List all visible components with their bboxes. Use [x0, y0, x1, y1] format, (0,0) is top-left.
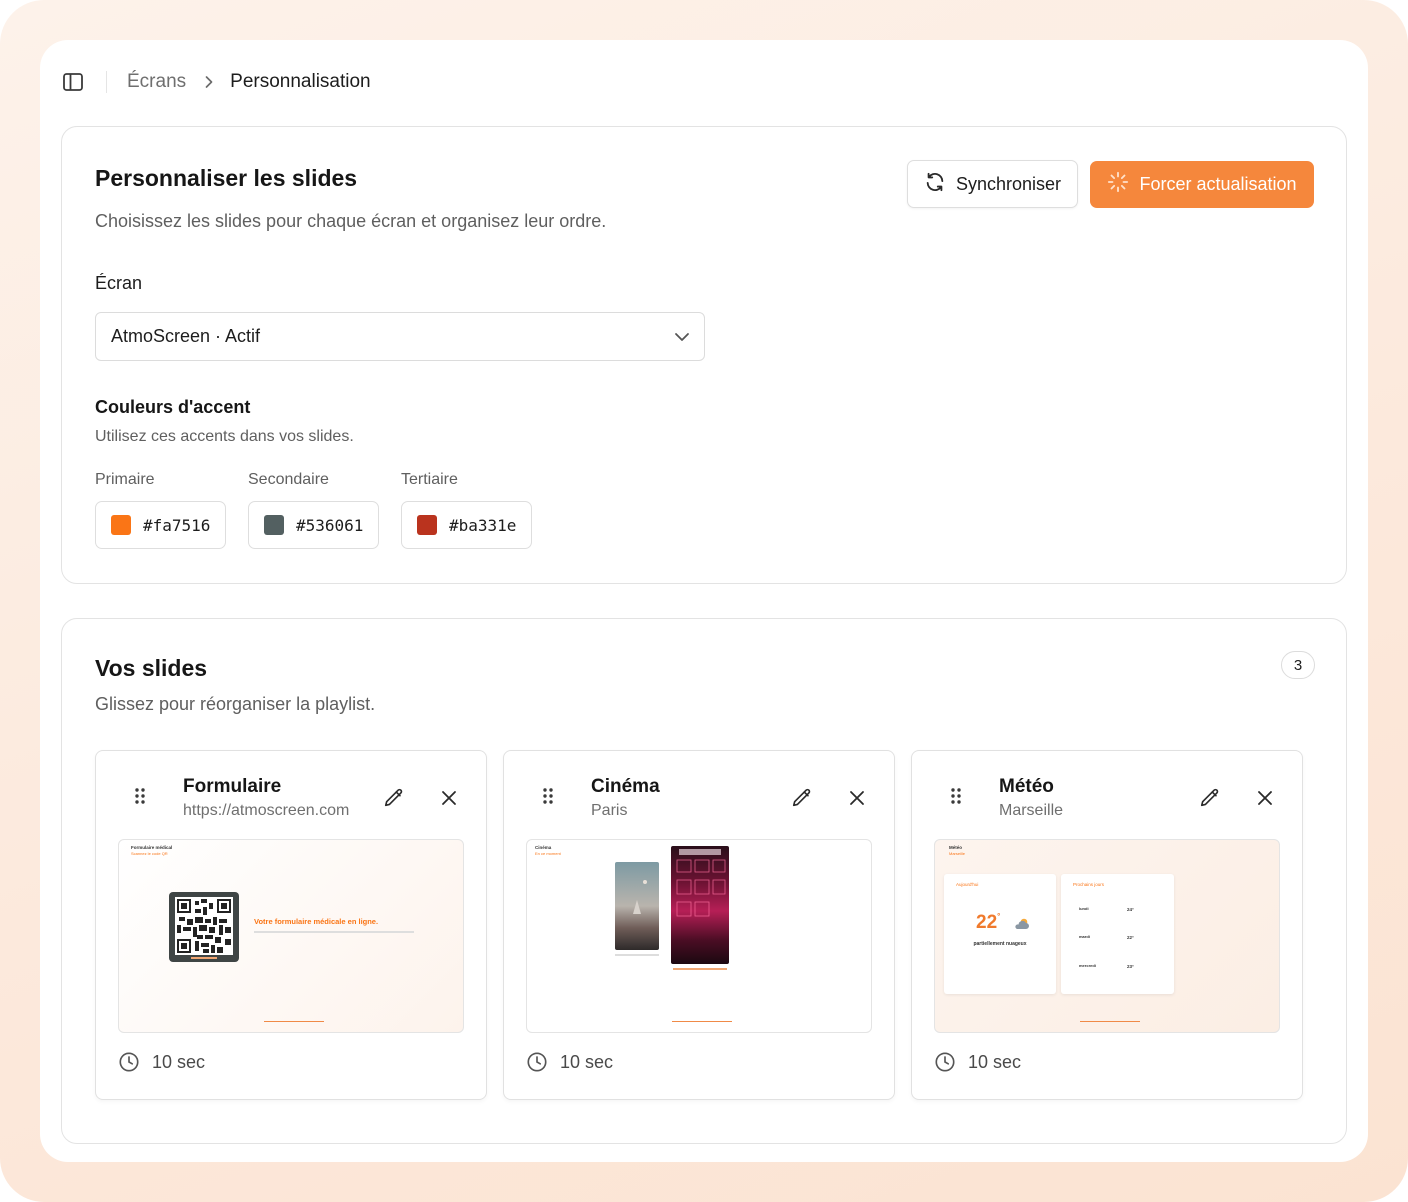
weather-today-label: Aujourd'hui [956, 882, 979, 887]
breadcrumb: Écrans Personnalisation [62, 70, 371, 94]
color-secondary: Secondaire #536061 [248, 471, 379, 549]
screen-select-value: AtmoScreen · Actif [111, 326, 261, 346]
slide-duration-label: 10 sec [968, 1051, 1022, 1072]
sync-button[interactable]: Synchroniser [907, 160, 1078, 208]
app-frame: Écrans Personnalisation Personnaliser le… [0, 0, 1408, 1202]
color-tertiary-value: #ba331e [449, 515, 517, 535]
sparkle-loader-icon [1107, 171, 1129, 198]
screen-select[interactable]: AtmoScreen · Actif [95, 312, 705, 361]
movie-poster [615, 862, 659, 950]
color-secondary-label: Secondaire [248, 471, 329, 488]
breadcrumb-current: Personnalisation [230, 71, 371, 92]
slide-preview-cinema: Cinéma En ce moment [526, 839, 872, 1033]
close-icon[interactable] [1254, 787, 1276, 809]
weather-condition: partiellement nuageux [973, 941, 1027, 947]
forecast-day: lundi [1079, 906, 1089, 911]
pencil-icon[interactable] [382, 786, 406, 810]
color-tertiary-button[interactable]: #ba331e [401, 501, 532, 549]
clock-icon [119, 1052, 139, 1072]
color-primary: Primaire #fa7516 [95, 471, 226, 549]
slide-card-formulaire[interactable]: Formulaire https://atmoscreen.com Formul… [95, 750, 487, 1100]
pencil-icon[interactable] [790, 786, 814, 810]
slides-title: Vos slides [95, 655, 208, 681]
page-subtitle: Choisissez les slides pour chaque écran … [95, 211, 607, 231]
divider [106, 71, 107, 93]
preview-tagline: Marseille [949, 851, 966, 856]
movie-poster [671, 846, 729, 964]
forecast-day: mercredi [1079, 963, 1096, 968]
slides-subtitle: Glissez pour réorganiser la playlist. [95, 694, 376, 714]
color-swatch [417, 515, 437, 535]
clock-icon [527, 1052, 547, 1072]
close-icon[interactable] [438, 787, 460, 809]
slide-preview-formulaire: Formulaire médical Scannez le code QR Vo… [118, 839, 464, 1033]
drag-handle-icon[interactable] [542, 787, 554, 810]
screen-label: Écran [95, 273, 143, 293]
chevron-down-icon [674, 326, 690, 347]
preview-heading: Formulaire médical [131, 845, 173, 850]
slides-card: Vos slides Glissez pour réorganiser la p… [61, 618, 1347, 1144]
preview-heading: Cinéma [535, 845, 552, 850]
accent-colors-subtitle: Utilisez ces accents dans vos slides. [95, 428, 354, 445]
color-tertiary-label: Tertiaire [401, 471, 458, 488]
drag-handle-icon[interactable] [134, 787, 146, 810]
page-title: Personnaliser les slides [95, 165, 358, 191]
forecast-temp: 24° [1127, 907, 1134, 912]
chevron-right-icon [204, 75, 214, 89]
clock-icon [935, 1052, 955, 1072]
close-icon[interactable] [846, 787, 868, 809]
slide-duration-label: 10 sec [152, 1051, 206, 1072]
forecast-day: mardi [1079, 934, 1090, 939]
preview-heading: Météo [949, 845, 963, 850]
color-swatch [111, 515, 131, 535]
slide-card-meteo[interactable]: Météo Marseille Météo Marseille Aujourd'… [911, 750, 1303, 1100]
force-refresh-label: Forcer actualisation [1139, 174, 1297, 194]
weather-today-panel: Aujourd'hui 22° partiellement nuageux [944, 874, 1056, 994]
slide-title: Cinéma [591, 776, 660, 797]
partly-cloudy-icon [1015, 918, 1029, 929]
preview-message: Votre formulaire médicale en ligne. [254, 917, 379, 926]
customize-card: Personnaliser les slides Choisissez les … [61, 126, 1347, 584]
qr-code-image [169, 892, 239, 962]
slide-preview-meteo: Météo Marseille Aujourd'hui 22° partiell… [934, 839, 1280, 1033]
drag-handle-icon[interactable] [950, 787, 962, 810]
slide-card-cinema[interactable]: Cinéma Paris Cinéma En ce moment 10 sec [503, 750, 895, 1100]
color-tertiary: Tertiaire #ba331e [401, 471, 532, 549]
weather-temp: 22° [976, 912, 1001, 933]
color-primary-button[interactable]: #fa7516 [95, 501, 226, 549]
color-secondary-button[interactable]: #536061 [248, 501, 379, 549]
sync-label: Synchroniser [955, 173, 1062, 194]
sidebar-panel-icon[interactable] [62, 71, 84, 93]
weather-next-label: Prochains jours [1073, 882, 1105, 887]
slide-duration: 10 sec [934, 1051, 1021, 1073]
force-refresh-button[interactable]: Forcer actualisation [1090, 161, 1314, 208]
color-secondary-value: #536061 [296, 515, 364, 535]
color-primary-label: Primaire [95, 471, 155, 488]
slide-duration: 10 sec [526, 1051, 613, 1073]
slide-title: Formulaire [183, 776, 282, 797]
slides-count-badge: 3 [1281, 651, 1315, 679]
slide-subtitle: Paris [591, 802, 628, 819]
slide-duration: 10 sec [118, 1051, 205, 1073]
forecast-temp: 22° [1127, 935, 1134, 940]
accent-colors-title: Couleurs d'accent [95, 397, 251, 417]
color-primary-value: #fa7516 [143, 515, 211, 535]
refresh-icon [924, 171, 946, 198]
preview-tagline: En ce moment [535, 851, 561, 856]
weather-forecast-panel: Prochains jours lundi 24° mardi 22° merc… [1061, 874, 1174, 994]
preview-tagline: Scannez le code QR [131, 851, 168, 856]
slide-subtitle: Marseille [999, 802, 1064, 819]
slide-title: Météo [999, 776, 1054, 797]
slide-duration-label: 10 sec [560, 1051, 614, 1072]
breadcrumb-screens-link[interactable]: Écrans [127, 71, 186, 93]
color-swatch [264, 515, 284, 535]
pencil-icon[interactable] [1198, 786, 1222, 810]
slide-subtitle: https://atmoscreen.com [183, 802, 350, 819]
main-window: Écrans Personnalisation Personnaliser le… [40, 40, 1368, 1162]
forecast-temp: 23° [1127, 964, 1134, 969]
